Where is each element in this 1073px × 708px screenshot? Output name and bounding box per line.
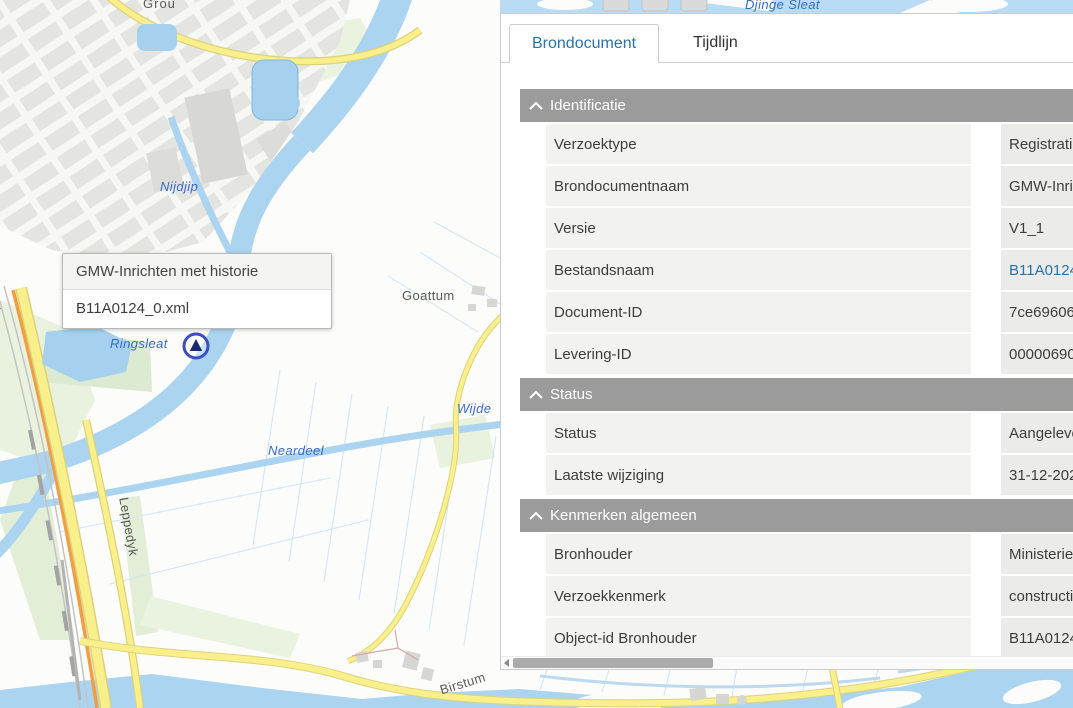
map-label-wijde: Wijde: [457, 401, 491, 416]
section-title: Status: [550, 386, 593, 403]
field-label: Laatste wijziging: [546, 455, 971, 495]
tab-bar: Brondocument Tijdlijn: [501, 14, 1073, 63]
table-row: Brondocumentnaam GMW-Inric: [546, 166, 1073, 206]
map-marker[interactable]: [181, 331, 211, 361]
table-row: Laatste wijziging 31-12-202: [546, 455, 1073, 495]
field-label: Levering-ID: [546, 334, 971, 374]
section-title: Kenmerken algemeen: [550, 507, 697, 524]
scrollbar-thumb[interactable]: [513, 658, 713, 668]
table-row: Verzoektype Registratie: [546, 124, 1073, 164]
map-label-djinge-sleat: Djinge Sleat: [745, 0, 820, 12]
horizontal-scrollbar[interactable]: [501, 656, 1073, 669]
field-label: Object-id Bronhouder: [546, 618, 971, 658]
map-popup: GMW-Inrichten met historie B11A0124_0.xm…: [62, 253, 332, 329]
map-label-nijdjip: Nijdjip: [160, 179, 198, 194]
map-poi-buttons: [603, 0, 707, 11]
detail-panel: Brondocument Tijdlijn Identificatie Verz…: [500, 13, 1073, 670]
field-label: Verzoekkenmerk: [546, 576, 971, 616]
map-label-grou: Grou: [143, 0, 176, 11]
field-value: Registratie: [1001, 124, 1073, 164]
field-value: B11A0124: [1001, 618, 1073, 658]
table-row: Bronhouder Ministerie: [546, 534, 1073, 574]
field-value: V1_1: [1001, 208, 1073, 248]
field-value: 31-12-202: [1001, 455, 1073, 495]
chevron-up-icon: [529, 511, 543, 520]
chevron-up-icon: [529, 390, 543, 399]
section-header-identificatie[interactable]: Identificatie: [520, 89, 1073, 122]
chevron-up-icon: [529, 101, 543, 110]
field-label: Bestandsnaam: [546, 250, 971, 290]
table-row: Versie V1_1: [546, 208, 1073, 248]
scroll-left-arrow-icon[interactable]: [504, 659, 509, 667]
field-label: Document-ID: [546, 292, 971, 332]
table-row: Object-id Bronhouder B11A0124: [546, 618, 1073, 658]
field-value: Ministerie: [1001, 534, 1073, 574]
panel-content: Identificatie Verzoektype Registratie Br…: [501, 63, 1073, 658]
field-label: Status: [546, 413, 971, 453]
map-label-goattum: Goattum: [402, 288, 455, 303]
field-label: Versie: [546, 208, 971, 248]
field-value: GMW-Inric: [1001, 166, 1073, 206]
tab-tijdlijn[interactable]: Tijdlijn: [671, 24, 760, 62]
field-label: Verzoektype: [546, 124, 971, 164]
field-value: 00000690: [1001, 334, 1073, 374]
popup-title: GMW-Inrichten met historie: [63, 254, 331, 290]
field-label: Brondocumentnaam: [546, 166, 971, 206]
table-row: Document-ID 7ce69606e: [546, 292, 1073, 332]
popup-document-item[interactable]: B11A0124_0.xml: [63, 290, 331, 328]
table-row: Bestandsnaam B11A0124: [546, 250, 1073, 290]
map-label-ringsleat: Ringsleat: [110, 336, 168, 351]
field-value: constructi: [1001, 576, 1073, 616]
field-label: Bronhouder: [546, 534, 971, 574]
section-title: Identificatie: [550, 97, 626, 114]
table-row: Verzoekkenmerk constructi: [546, 576, 1073, 616]
table-row: Levering-ID 00000690: [546, 334, 1073, 374]
tab-brondocument[interactable]: Brondocument: [509, 24, 659, 63]
map-label-neardeel: Neardeel: [268, 443, 324, 458]
file-link[interactable]: B11A0124: [1001, 250, 1073, 290]
section-header-kenmerken-algemeen[interactable]: Kenmerken algemeen: [520, 499, 1073, 532]
section-header-status[interactable]: Status: [520, 378, 1073, 411]
field-value: 7ce69606e: [1001, 292, 1073, 332]
field-value: Aangeleve: [1001, 413, 1073, 453]
circled-triangle-marker-icon: [181, 331, 211, 361]
table-row: Status Aangeleve: [546, 413, 1073, 453]
